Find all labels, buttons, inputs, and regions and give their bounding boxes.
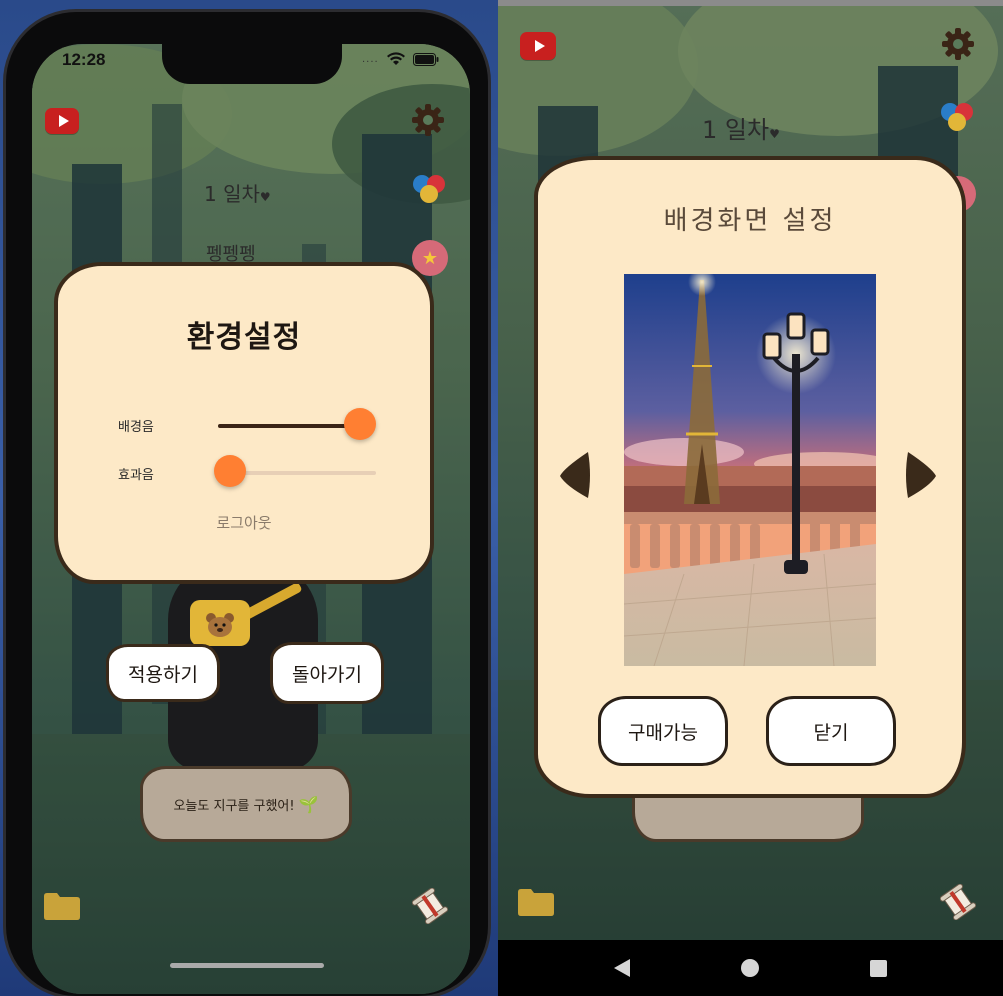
day-label: 1 일차♥: [204, 182, 271, 206]
sprout-icon: 🌱: [298, 794, 319, 814]
youtube-icon-right[interactable]: [520, 32, 556, 60]
sfx-slider-thumb[interactable]: [214, 455, 246, 487]
back-button[interactable]: 돌아가기: [270, 642, 384, 704]
bgm-slider[interactable]: [218, 408, 376, 440]
gear-icon[interactable]: [410, 102, 446, 138]
scroll-icon-right[interactable]: [939, 883, 977, 921]
notch: [162, 24, 342, 84]
quote-box: 오늘도 지구를 구했어! 🌱: [140, 766, 352, 842]
buy-available-button[interactable]: 구매가능: [598, 696, 728, 766]
status-icons: ....: [362, 52, 439, 66]
day-label-right: 1 일차♥: [702, 116, 780, 144]
arrow-right-icon[interactable]: [904, 450, 938, 500]
background-settings-title: 배경화면 설정: [663, 206, 837, 236]
youtube-icon[interactable]: [45, 108, 79, 134]
arrow-left-icon[interactable]: [558, 450, 592, 500]
quote-text: 오늘도 지구를 구했어!: [173, 798, 295, 814]
sfx-slider[interactable]: [214, 455, 376, 487]
settings-modal: 환경설정 배경음 효과음 로그아웃: [54, 262, 434, 584]
color-palette-icon[interactable]: [410, 172, 450, 206]
apply-button[interactable]: 적용하기: [106, 644, 220, 702]
android-app: ★ 1 일차♥ 배경화면 설정: [498, 6, 1003, 940]
background-settings-modal: 배경화면 설정 구매가능 닫기: [534, 156, 966, 798]
logout-link[interactable]: 로그아웃: [58, 512, 430, 533]
color-palette-icon-right[interactable]: [938, 100, 978, 134]
back-icon[interactable]: [613, 959, 630, 977]
folder-icon-right[interactable]: [518, 888, 554, 916]
recents-icon[interactable]: [870, 959, 888, 977]
home-indicator: [170, 963, 324, 968]
battery-icon: [412, 52, 439, 66]
wifi-icon: [386, 52, 405, 66]
bear-icon: [205, 612, 235, 638]
sfx-label: 효과음: [118, 468, 154, 483]
bgm-label: 배경음: [118, 420, 154, 435]
settings-title: 환경설정: [186, 320, 302, 355]
bgm-slider-fill: [218, 424, 360, 428]
close-button[interactable]: 닫기: [766, 696, 896, 766]
gear-icon-right[interactable]: [940, 26, 976, 62]
home-icon[interactable]: [740, 959, 759, 977]
android-screen: ★ 1 일차♥ 배경화면 설정: [498, 0, 1003, 996]
folder-icon[interactable]: [44, 892, 80, 920]
status-time: 12:28: [62, 50, 106, 69]
background-preview-image: [624, 274, 876, 666]
scroll-icon[interactable]: [411, 887, 449, 925]
signal-dots: ....: [362, 53, 379, 65]
bgm-slider-thumb[interactable]: [344, 408, 376, 440]
android-nav-bar: [498, 940, 1003, 996]
